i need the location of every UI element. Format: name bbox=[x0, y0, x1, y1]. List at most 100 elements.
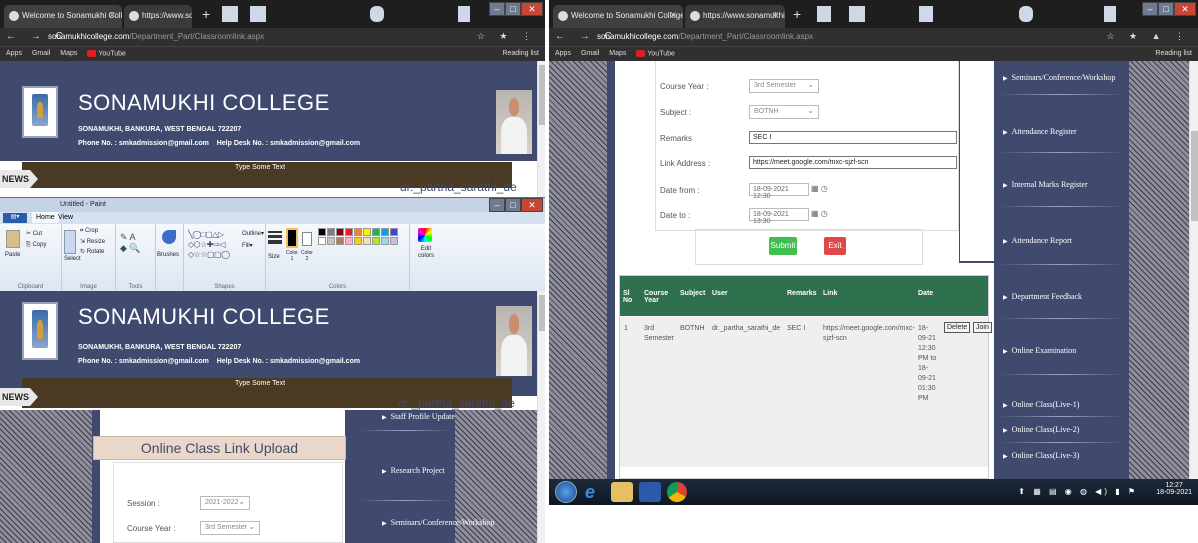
exit-button[interactable]: Exit bbox=[824, 237, 846, 255]
new-tab-button[interactable]: + bbox=[202, 6, 210, 22]
menu-attendance-report[interactable]: Attendance Report bbox=[1003, 236, 1072, 245]
menu-seminars[interactable]: Seminars/Conference/Workshop bbox=[1003, 73, 1116, 82]
menu-online-examination[interactable]: Online Examination bbox=[1003, 346, 1077, 355]
select-label[interactable]: Select bbox=[64, 256, 81, 262]
toolbar-icons[interactable]: ☆ ★ ⋮ bbox=[477, 31, 537, 42]
start-button-icon[interactable] bbox=[555, 481, 577, 503]
crop-button[interactable]: ⌗ Crop bbox=[80, 228, 98, 235]
brush-icon[interactable] bbox=[162, 230, 176, 244]
close-window-icon[interactable]: ✕ bbox=[521, 198, 543, 212]
copy-label: Copy bbox=[32, 242, 47, 248]
menu-online-class-live-1[interactable]: Online Class(Live-1) bbox=[1003, 400, 1080, 409]
bookmark-maps[interactable]: Maps bbox=[60, 50, 77, 57]
address-bar[interactable]: ← → C sonamukhicollege.com/Department_Pa… bbox=[0, 28, 545, 46]
date-from-input[interactable]: 18-09-2021 12:30 bbox=[749, 183, 809, 200]
file-explorer-icon[interactable] bbox=[611, 482, 633, 502]
maximize-icon[interactable]: □ bbox=[1158, 2, 1174, 16]
edit-colors-label[interactable]: Edit colors bbox=[414, 246, 438, 260]
menu-attendance-register[interactable]: Attendance Register bbox=[1003, 127, 1077, 136]
color1-swatch[interactable] bbox=[286, 228, 298, 248]
minimize-icon[interactable]: – bbox=[489, 2, 505, 16]
edit-colors-icon[interactable] bbox=[418, 228, 432, 242]
rotate-button[interactable]: ↻ Rotate bbox=[80, 248, 104, 255]
bookmark-gmail[interactable]: Gmail bbox=[581, 50, 599, 57]
page-scrollbar[interactable] bbox=[537, 61, 545, 197]
menu-staff-profile-update[interactable]: Staff Profile Update bbox=[382, 412, 455, 421]
cut-button[interactable]: ✂ Cut bbox=[26, 230, 42, 237]
system-tray-icons[interactable]: ⬆ ▦ ▤ ◉ ◍ ◀) ▮ ⚑ bbox=[1018, 487, 1138, 496]
close-window-icon[interactable]: ✕ bbox=[521, 2, 543, 16]
course-year-select[interactable]: 3rd Semester bbox=[200, 521, 260, 535]
tab-view[interactable]: View bbox=[58, 214, 73, 221]
tab-welcome[interactable]: Welcome to Sonamukhi College✕ bbox=[553, 5, 683, 28]
close-window-icon[interactable]: ✕ bbox=[1174, 2, 1196, 16]
shapes-gallery-icon[interactable]: ╲◯□▢△▷ ◇⬡☆✚⇨◁ ◇☆☆▢▢◯ bbox=[188, 230, 230, 260]
bookmark-apps[interactable]: Apps bbox=[6, 50, 22, 57]
maximize-icon[interactable]: □ bbox=[505, 198, 521, 212]
taskbar-clock[interactable]: 12:27 18-09-2021 bbox=[1156, 482, 1192, 496]
brushes-label[interactable]: Brushes bbox=[157, 252, 179, 258]
page-scrollbar[interactable] bbox=[537, 291, 545, 543]
link-address-input[interactable]: https://meet.google.com/mxc-sjzf-scn bbox=[749, 156, 957, 169]
resize-button[interactable]: ⇲ Resize bbox=[80, 238, 105, 245]
bookmark-gmail[interactable]: Gmail bbox=[32, 50, 50, 57]
chrome-taskbar-icon[interactable] bbox=[667, 482, 687, 502]
select-icon[interactable] bbox=[64, 230, 76, 254]
tab-home[interactable]: Home bbox=[32, 212, 59, 223]
menu-online-class-live-2[interactable]: Online Class(Live-2) bbox=[1003, 425, 1080, 434]
subject-select[interactable]: BOTNH bbox=[749, 105, 819, 119]
delete-button[interactable]: Delete bbox=[944, 322, 971, 333]
bookmark-apps[interactable]: Apps bbox=[555, 50, 571, 57]
paste-label[interactable]: Paste bbox=[5, 252, 20, 258]
new-tab-button[interactable]: + bbox=[793, 6, 801, 22]
tab-classroom[interactable]: https://www.sonamukhicollege. bbox=[124, 5, 192, 28]
calendar-icon[interactable]: ▦ ◷ bbox=[811, 209, 828, 218]
size-label[interactable]: Size bbox=[268, 254, 280, 260]
color-palette[interactable] bbox=[318, 228, 402, 252]
close-icon[interactable]: ✕ bbox=[669, 10, 677, 21]
menu-research-project[interactable]: Research Project bbox=[382, 466, 445, 475]
url-text[interactable]: sonamukhicollege.com/Department_Part/Cla… bbox=[597, 32, 813, 41]
close-icon[interactable]: ✕ bbox=[771, 10, 779, 21]
color2-label[interactable]: Color 2 bbox=[300, 250, 314, 262]
fill-button[interactable]: Fill▾ bbox=[242, 242, 253, 249]
close-icon[interactable]: ✕ bbox=[108, 10, 116, 21]
internet-explorer-icon[interactable]: e bbox=[585, 482, 607, 502]
copy-button[interactable]: ⎘ Copy bbox=[26, 242, 46, 249]
maximize-icon[interactable]: □ bbox=[505, 2, 521, 16]
session-select[interactable]: 2021-2022 bbox=[200, 496, 250, 510]
menu-internal-marks[interactable]: Internal Marks Register bbox=[1003, 180, 1088, 189]
tab-welcome[interactable]: Welcome to Sonamukhi College✕ bbox=[4, 5, 122, 28]
course-year-select[interactable]: 3rd Semester bbox=[749, 79, 819, 93]
submit-button[interactable]: Submit bbox=[769, 237, 797, 255]
page-scrollbar[interactable] bbox=[1189, 61, 1198, 479]
file-menu-button[interactable]: ▤▾ bbox=[3, 213, 27, 223]
toolbar-icons[interactable]: ☆ ★ ▲ ⋮ bbox=[1106, 31, 1190, 42]
color1-label[interactable]: Color 1 bbox=[285, 250, 299, 262]
word-icon[interactable] bbox=[639, 482, 661, 502]
bookmarks-bar: Apps Gmail Maps YouTube Reading list bbox=[549, 46, 1198, 61]
menu-seminars[interactable]: Seminars/Conference/Workshop bbox=[382, 518, 495, 527]
minimize-icon[interactable]: – bbox=[489, 198, 505, 212]
url-path: /Department_Part/Classroomlink.aspx bbox=[678, 32, 814, 41]
reading-list-button[interactable]: Reading list bbox=[502, 50, 539, 57]
calendar-icon[interactable]: ▦ ◷ bbox=[811, 184, 828, 193]
color2-swatch[interactable] bbox=[302, 232, 312, 246]
menu-online-class-live-3[interactable]: Online Class(Live-3) bbox=[1003, 451, 1080, 460]
date-to-input[interactable]: 18-09-2021 13:30 bbox=[749, 208, 809, 225]
address-bar[interactable]: ← → C sonamukhicollege.com/Department_Pa… bbox=[549, 28, 1198, 46]
reading-list-button[interactable]: Reading list bbox=[1155, 50, 1192, 57]
menu-department-feedback[interactable]: Department Feedback bbox=[1003, 292, 1082, 301]
remarks-input[interactable]: SEC I bbox=[749, 131, 957, 144]
minimize-icon[interactable]: – bbox=[1142, 2, 1158, 16]
paste-icon[interactable] bbox=[6, 230, 20, 248]
tools-icons[interactable]: ✎ A ◆ 🔍 bbox=[120, 232, 141, 254]
join-button[interactable]: Join bbox=[973, 322, 992, 333]
tab-classroom[interactable]: https://www.sonamukhicollege.✕ bbox=[685, 5, 785, 28]
bookmark-maps[interactable]: Maps bbox=[609, 50, 626, 57]
bookmark-youtube[interactable]: YouTube bbox=[636, 50, 675, 57]
url-text[interactable]: sonamukhicollege.com/Department_Part/Cla… bbox=[48, 32, 264, 41]
size-icon[interactable] bbox=[268, 228, 282, 246]
bookmark-youtube[interactable]: YouTube bbox=[87, 50, 126, 57]
outline-button[interactable]: Outline▾ bbox=[242, 230, 264, 237]
